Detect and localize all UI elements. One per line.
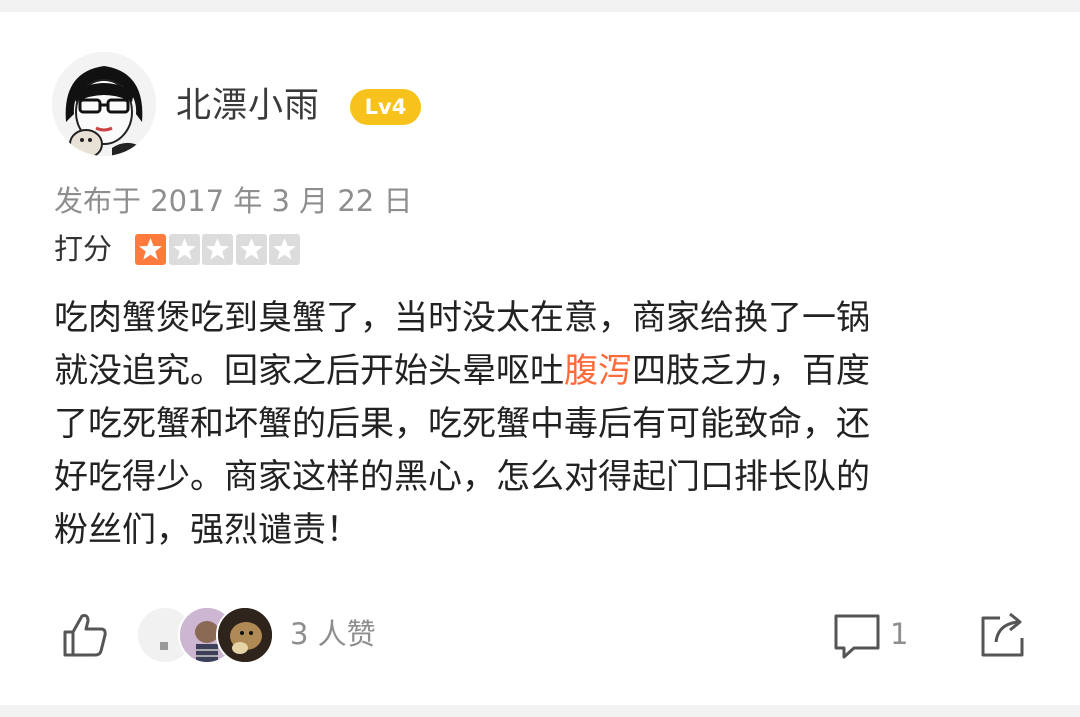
star-empty-icon [168, 234, 200, 265]
likes-count[interactable]: 3 人赞 [290, 614, 376, 654]
review-line: 就没追究。回家之后开始头晕呕吐腹泻四肢乏力，百度 [54, 345, 1029, 398]
review-text-segment: 四肢乏力，百度 [632, 351, 870, 391]
thumbs-up-icon[interactable] [60, 610, 110, 660]
review-text-segment: 就没追究。回家之后开始头晕呕吐 [54, 351, 564, 391]
highlighted-keyword: 腹泻 [564, 351, 632, 391]
review-line: 了吃死蟹和坏蟹的后果，吃死蟹中毒后有可能致命，还 [54, 398, 1029, 451]
review-text: 吃肉蟹煲吃到臭蟹了，当时没太在意，商家给换了一锅 就没追究。回家之后开始头晕呕吐腹… [54, 292, 1029, 557]
star-empty-icon [202, 234, 233, 265]
liker-avatar-image [218, 608, 272, 662]
review-text-segment: 吃肉蟹煲吃到臭蟹了，当时没太在意，商家给换了一锅 [54, 298, 870, 338]
review-line: 吃肉蟹煲吃到臭蟹了，当时没太在意，商家给换了一锅 [54, 292, 1029, 345]
share-icon[interactable] [978, 610, 1028, 660]
review-line: 粉丝们，强烈谴责！ [54, 504, 1029, 557]
user-level-badge: Lv4 [350, 89, 421, 125]
star-empty-icon [269, 234, 300, 265]
rating-label: 打分 [54, 232, 113, 266]
review-text-segment: 粉丝们，强烈谴责！ [54, 510, 360, 550]
liker-avatar[interactable] [216, 606, 274, 664]
review-text-segment: 了吃死蟹和坏蟹的后果，吃死蟹中毒后有可能致命，还 [54, 404, 870, 444]
review-line: 好吃得少。商家这样的黑心，怎么对得起门口排长队的 [54, 451, 1029, 504]
username[interactable]: 北漂小雨 [176, 84, 320, 128]
comment-count[interactable]: 1 [890, 614, 908, 654]
publish-date: 发布于 2017 年 3 月 22 日 [54, 184, 413, 218]
review-text-segment: 好吃得少。商家这样的黑心，怎么对得起门口排长队的 [54, 457, 870, 497]
bottom-divider [0, 705, 1080, 717]
comment-icon[interactable] [832, 612, 882, 660]
star-filled-icon [135, 234, 166, 265]
top-divider [0, 0, 1080, 12]
user-avatar[interactable] [52, 52, 156, 156]
star-empty-icon [235, 234, 267, 265]
avatar-illustration [52, 52, 156, 156]
